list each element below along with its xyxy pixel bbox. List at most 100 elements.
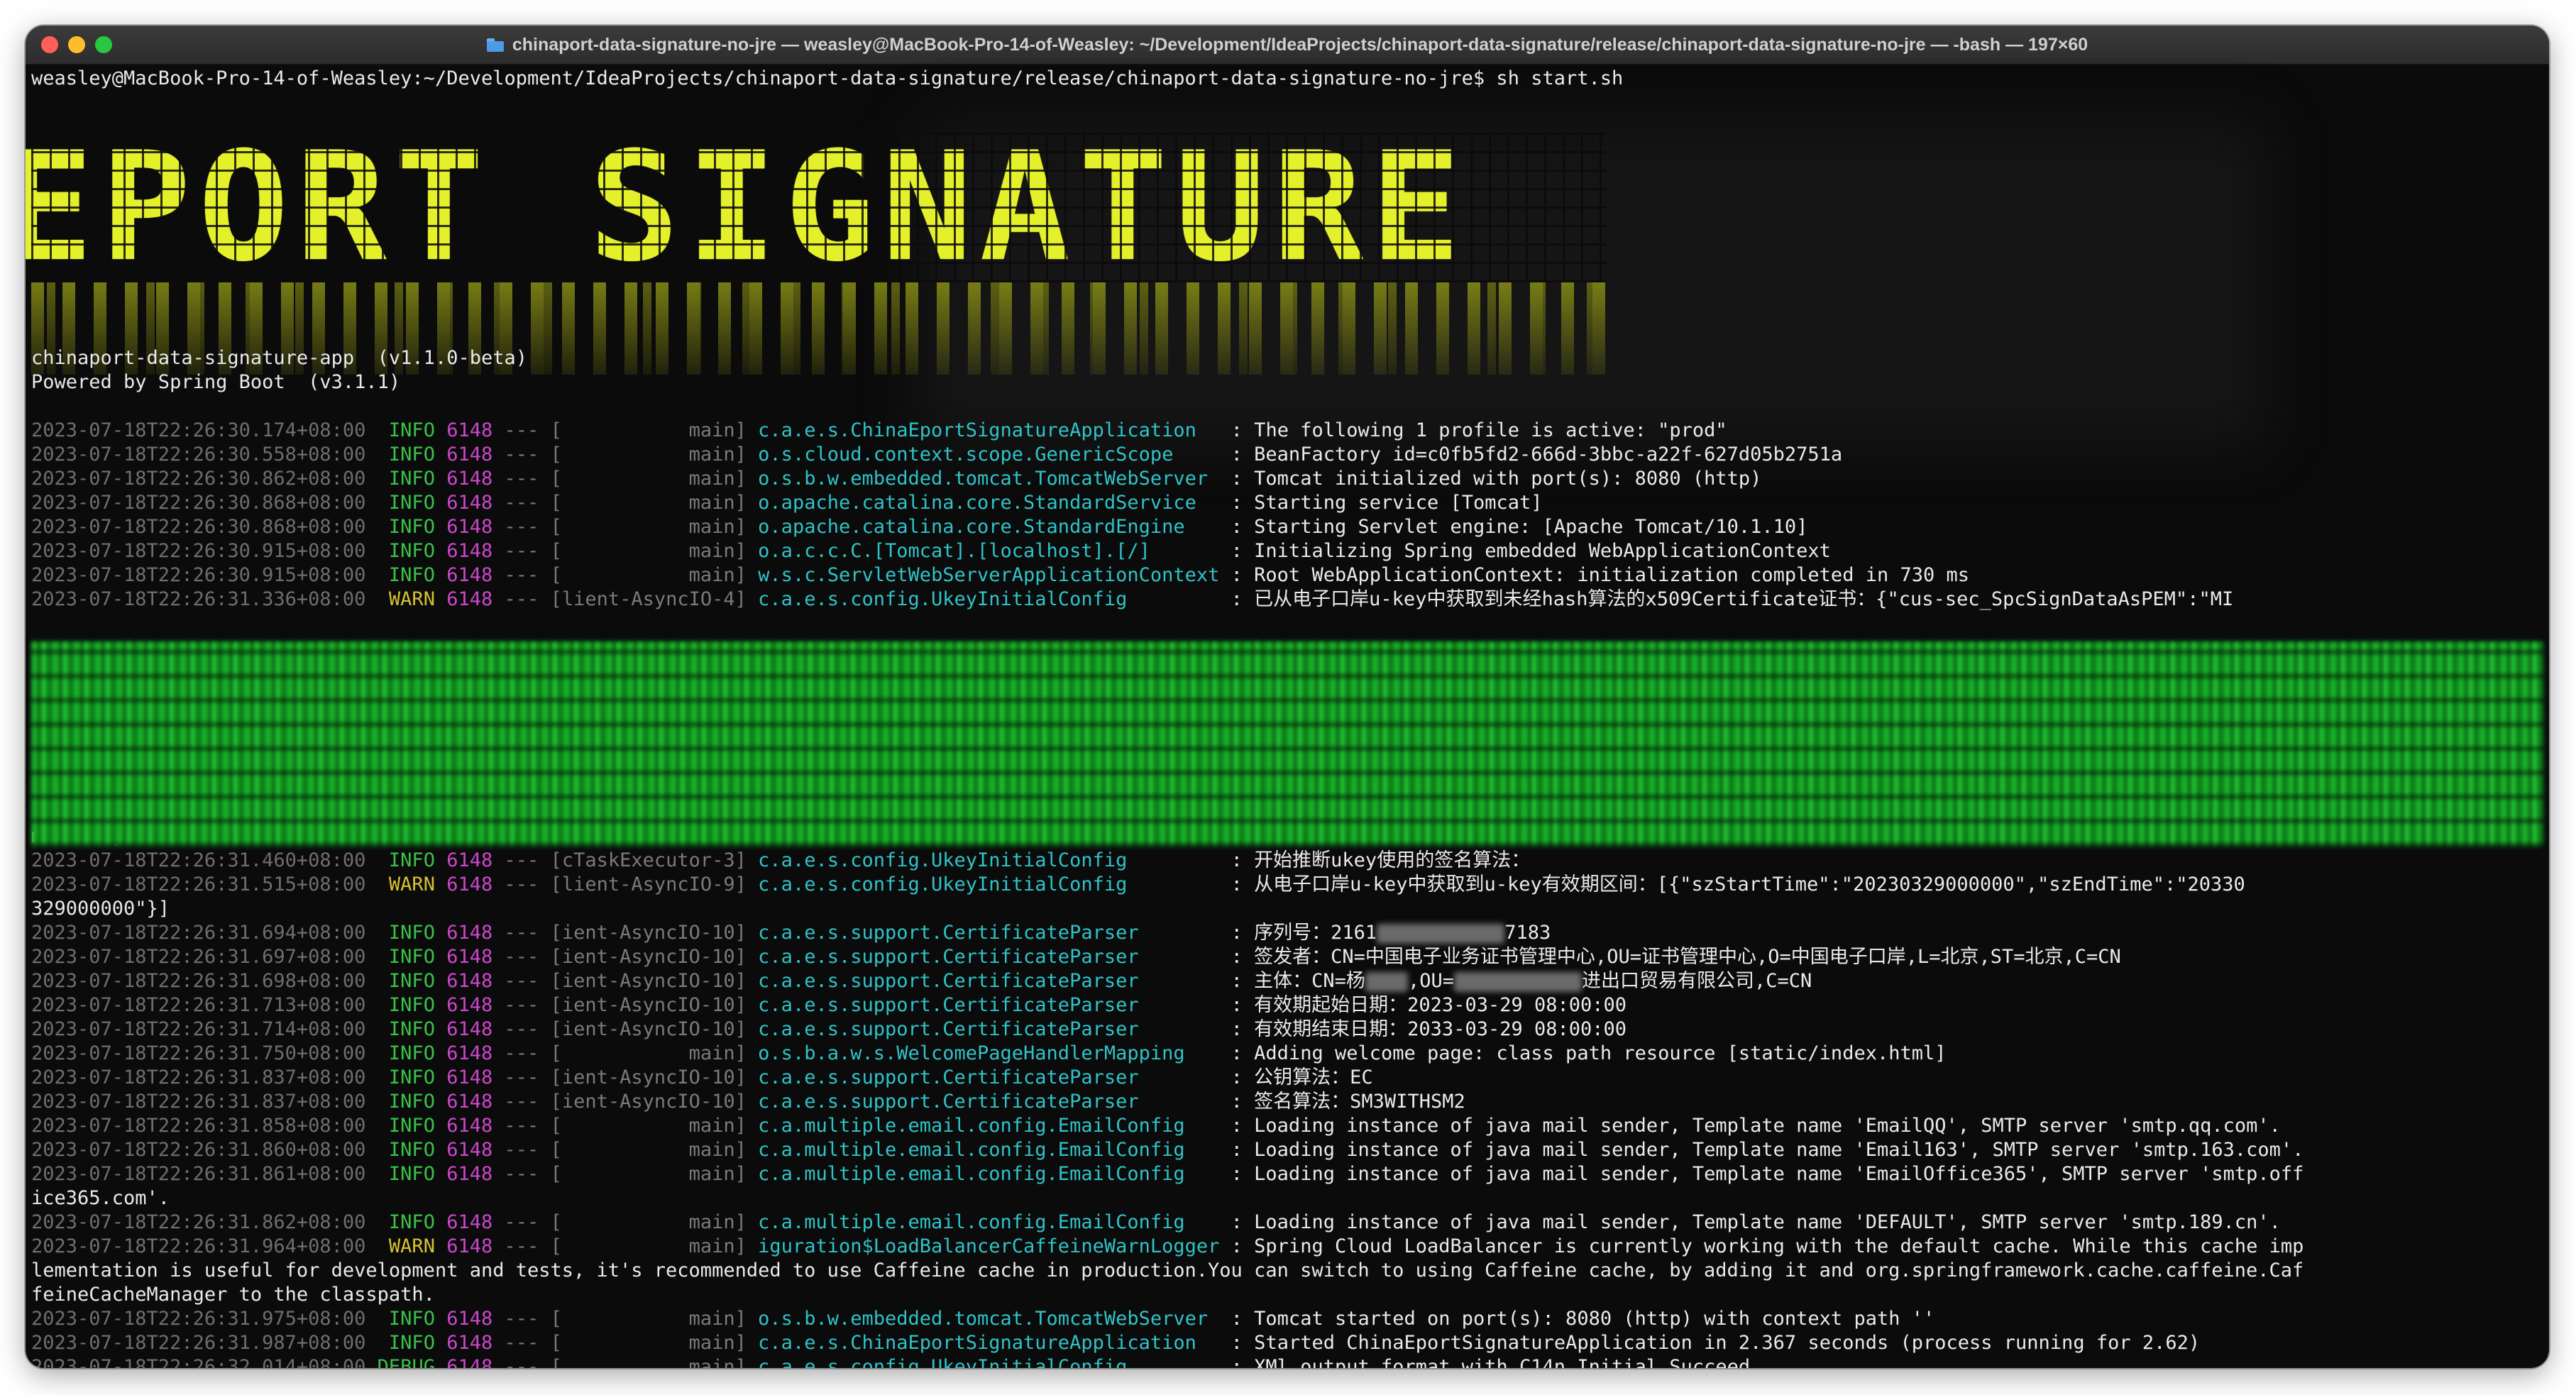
log-pid: 6148 bbox=[446, 1308, 493, 1330]
log-message-part: 7183 bbox=[1504, 922, 1551, 944]
log-message: : Loading instance of java mail sender, … bbox=[1231, 1211, 2281, 1233]
log-level: INFO bbox=[388, 1091, 435, 1113]
log-line: 2023-07-18T22:26:31.515+08:00 WARN 6148 … bbox=[31, 873, 2245, 897]
log-line: 2023-07-18T22:26:31.987+08:00 INFO 6148 … bbox=[31, 1331, 2200, 1355]
log-timestamp: 2023-07-18T22:26:31.987+08:00 bbox=[31, 1332, 366, 1354]
log-thread: [ main] bbox=[550, 468, 747, 490]
log-level: INFO bbox=[388, 970, 435, 992]
log-separator: --- bbox=[504, 946, 539, 968]
log-line: 2023-07-18T22:26:31.460+08:00 INFO 6148 … bbox=[31, 849, 1530, 873]
log-message: : Root WebApplicationContext: initializa… bbox=[1231, 564, 1969, 586]
log-level: INFO bbox=[388, 1308, 435, 1330]
office365-tail-line: ice365.com'. bbox=[31, 1187, 170, 1209]
log-message: : XMl output format with C14n Initial Su… bbox=[1231, 1356, 1762, 1368]
log-line: 2023-07-18T22:26:31.861+08:00 INFO 6148 … bbox=[31, 1162, 2303, 1186]
log-separator: --- bbox=[504, 1235, 539, 1257]
log-logger: o.apache.catalina.core.StandardService bbox=[758, 492, 1196, 514]
log-thread: [ient-AsyncIO-10] bbox=[550, 922, 747, 944]
log-timestamp: 2023-07-18T22:26:31.862+08:00 bbox=[31, 1211, 366, 1233]
log-separator: --- bbox=[504, 588, 539, 610]
log-timestamp: 2023-07-18T22:26:31.964+08:00 bbox=[31, 1235, 366, 1257]
log-level: INFO bbox=[388, 922, 435, 944]
log-line: 2023-07-18T22:26:30.868+08:00 INFO 6148 … bbox=[31, 491, 1543, 515]
log-thread: [ main] bbox=[550, 1115, 747, 1137]
log-message: : Starting Servlet engine: [Apache Tomca… bbox=[1231, 516, 1808, 538]
log-level: WARN bbox=[388, 873, 435, 895]
log-message: : 开始推断ukey使用的签名算法： bbox=[1231, 849, 1531, 871]
window-title-text: chinaport-data-signature-no-jre — weasle… bbox=[512, 34, 2088, 55]
terminal-window: chinaport-data-signature-no-jre — weasle… bbox=[26, 26, 2549, 1368]
title-bar[interactable]: chinaport-data-signature-no-jre — weasle… bbox=[26, 26, 2549, 65]
log-level: INFO bbox=[388, 443, 435, 465]
log-thread: [ main] bbox=[550, 1042, 747, 1064]
log-logger: c.a.e.s.support.CertificateParser bbox=[758, 970, 1139, 992]
redacted-value bbox=[1365, 971, 1408, 992]
log-line: 2023-07-18T22:26:31.975+08:00 INFO 6148 … bbox=[31, 1307, 1934, 1331]
log-separator: --- bbox=[504, 516, 539, 538]
log-level: INFO bbox=[388, 994, 435, 1016]
log-line: 2023-07-18T22:26:31.713+08:00 INFO 6148 … bbox=[31, 993, 1626, 1018]
log-level: INFO bbox=[388, 1211, 435, 1233]
log-timestamp: 2023-07-18T22:26:31.694+08:00 bbox=[31, 922, 366, 944]
log-logger: c.a.e.s.ChinaEportSignatureApplication bbox=[758, 419, 1196, 441]
log-level: INFO bbox=[388, 1018, 435, 1040]
log-message-part: 进出口贸易有限公司,C=CN bbox=[1581, 970, 1812, 992]
log-timestamp: 2023-07-18T22:26:31.837+08:00 bbox=[31, 1091, 366, 1113]
log-separator: --- bbox=[504, 1211, 539, 1233]
log-timestamp: 2023-07-18T22:26:32.014+08:00 bbox=[31, 1356, 366, 1368]
log-logger: c.a.e.s.config.UkeyInitialConfig bbox=[758, 849, 1128, 871]
log-thread: [ main] bbox=[550, 1356, 747, 1368]
log-separator: --- bbox=[504, 1091, 539, 1113]
log-timestamp: 2023-07-18T22:26:31.698+08:00 bbox=[31, 970, 366, 992]
log-line: 2023-07-18T22:26:31.964+08:00 WARN 6148 … bbox=[31, 1235, 2303, 1259]
log-pid: 6148 bbox=[446, 873, 493, 895]
log-logger: c.a.multiple.email.config.EmailConfig bbox=[758, 1115, 1185, 1137]
log-thread: [cTaskExecutor-3] bbox=[550, 849, 747, 871]
log-logger: w.s.c.ServletWebServerApplicationContext bbox=[758, 564, 1220, 586]
log-separator: --- bbox=[504, 564, 539, 586]
log-separator: --- bbox=[504, 922, 539, 944]
log-thread: [ main] bbox=[550, 492, 747, 514]
caffeine-warning-line-2: lementation is useful for development an… bbox=[31, 1259, 2304, 1281]
log-pid: 6148 bbox=[446, 946, 493, 968]
log-pid: 6148 bbox=[446, 1066, 493, 1088]
log-timestamp: 2023-07-18T22:26:31.861+08:00 bbox=[31, 1163, 366, 1185]
log-timestamp: 2023-07-18T22:26:31.697+08:00 bbox=[31, 946, 366, 968]
log-timestamp: 2023-07-18T22:26:30.915+08:00 bbox=[31, 564, 366, 586]
log-logger: c.a.e.s.ChinaEportSignatureApplication bbox=[758, 1332, 1196, 1354]
log-separator: --- bbox=[504, 468, 539, 490]
log-pid: 6148 bbox=[446, 1235, 493, 1257]
log-separator: --- bbox=[504, 849, 539, 871]
log-message: : 有效期结束日期：2033-03-29 08:00:00 bbox=[1231, 1018, 1627, 1040]
log-message: : 序列号：2161 bbox=[1231, 922, 1377, 944]
log-logger: c.a.e.s.support.CertificateParser bbox=[758, 1091, 1139, 1113]
log-message: : 已从电子口岸u-key中获取到未经hash算法的x509Certificat… bbox=[1231, 588, 2234, 610]
log-line: 2023-07-18T22:26:30.174+08:00 INFO 6148 … bbox=[31, 419, 1727, 443]
log-pid: 6148 bbox=[446, 1163, 493, 1185]
log-logger: c.a.e.s.support.CertificateParser bbox=[758, 994, 1139, 1016]
log-message: : Loading instance of java mail sender, … bbox=[1231, 1115, 2281, 1137]
spring-boot-version: Powered by Spring Boot (v3.1.1) bbox=[31, 371, 401, 393]
log-timestamp: 2023-07-18T22:26:30.558+08:00 bbox=[31, 443, 366, 465]
log-line: 2023-07-18T22:26:31.336+08:00 WARN 6148 … bbox=[31, 588, 2233, 612]
log-pid: 6148 bbox=[446, 1091, 493, 1113]
log-pid: 6148 bbox=[446, 1042, 493, 1064]
log-thread: [ main] bbox=[550, 1163, 747, 1185]
log-level: INFO bbox=[388, 1115, 435, 1137]
log-timestamp: 2023-07-18T22:26:31.713+08:00 bbox=[31, 994, 366, 1016]
log-thread: [ main] bbox=[550, 1211, 747, 1233]
log-pid: 6148 bbox=[446, 443, 493, 465]
log-thread: [ main] bbox=[550, 516, 747, 538]
log-timestamp: 2023-07-18T22:26:30.915+08:00 bbox=[31, 540, 366, 562]
terminal-output[interactable]: weasley@MacBook-Pro-14-of-Weasley:~/Deve… bbox=[26, 64, 2543, 1368]
log-line: 2023-07-18T22:26:32.014+08:00 DEBUG 6148… bbox=[31, 1355, 1761, 1368]
log-line: 2023-07-18T22:26:30.558+08:00 INFO 6148 … bbox=[31, 443, 1842, 467]
log-message: : 有效期起始日期：2023-03-29 08:00:00 bbox=[1231, 994, 1627, 1016]
log-message: : Tomcat started on port(s): 8080 (http)… bbox=[1231, 1308, 1935, 1330]
log-level: INFO bbox=[388, 1066, 435, 1088]
log-separator: --- bbox=[504, 1356, 539, 1368]
log-pid: 6148 bbox=[446, 1139, 493, 1161]
log-level: INFO bbox=[388, 849, 435, 871]
log-message: : Adding welcome page: class path resour… bbox=[1231, 1042, 1947, 1064]
log-timestamp: 2023-07-18T22:26:30.174+08:00 bbox=[31, 419, 366, 441]
